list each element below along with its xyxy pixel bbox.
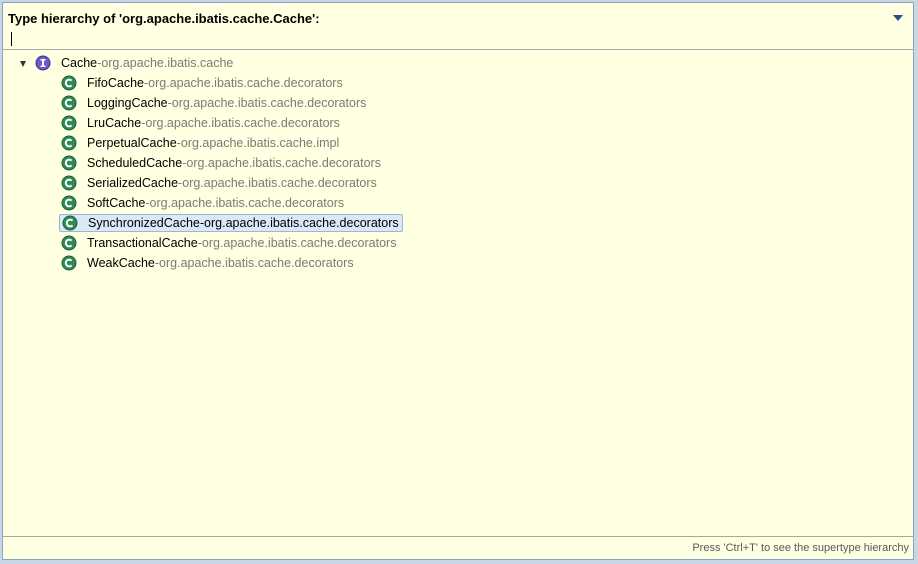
package-name: org.apache.ibatis.cache.decorators: [182, 176, 377, 190]
package-name: org.apache.ibatis.cache.impl: [180, 136, 340, 150]
tree-root-item[interactable]: Cache - org.apache.ibatis.cache: [33, 54, 236, 72]
type-name: LoggingCache: [87, 96, 168, 110]
class-icon: [61, 175, 77, 191]
tree-item[interactable]: ScheduledCache - org.apache.ibatis.cache…: [59, 154, 384, 172]
class-icon: [62, 215, 78, 231]
class-icon: [61, 255, 77, 271]
tree-item[interactable]: FifoCache - org.apache.ibatis.cache.deco…: [59, 74, 346, 92]
popup-footer: Press 'Ctrl+T' to see the supertype hier…: [3, 536, 913, 559]
view-menu-icon[interactable]: [893, 15, 903, 21]
popup-title: Type hierarchy of 'org.apache.ibatis.cac…: [8, 11, 320, 26]
tree-item[interactable]: SerializedCache - org.apache.ibatis.cach…: [59, 174, 380, 192]
status-hint: Press 'Ctrl+T' to see the supertype hier…: [692, 542, 909, 554]
tree-item[interactable]: WeakCache - org.apache.ibatis.cache.deco…: [59, 254, 357, 272]
interface-icon: [35, 55, 51, 71]
type-name: FifoCache: [87, 76, 144, 90]
package-name: org.apache.ibatis.cache.decorators: [148, 76, 343, 90]
type-name: ScheduledCache: [87, 156, 183, 170]
type-name: WeakCache: [87, 256, 155, 270]
hierarchy-tree: Cache - org.apache.ibatis.cache FifoCach…: [3, 52, 913, 535]
type-name: SynchronizedCache: [88, 216, 200, 230]
tree-item[interactable]: LoggingCache - org.apache.ibatis.cache.d…: [59, 94, 369, 112]
class-icon: [61, 135, 77, 151]
tree-item[interactable]: SynchronizedCache - org.apache.ibatis.ca…: [59, 214, 403, 232]
type-name: SerializedCache: [87, 176, 179, 190]
type-hierarchy-popup: Type hierarchy of 'org.apache.ibatis.cac…: [2, 2, 914, 560]
tree-item[interactable]: TransactionalCache - org.apache.ibatis.c…: [59, 234, 399, 252]
expand-collapse-icon[interactable]: [20, 61, 26, 67]
type-name: LruCache: [87, 116, 142, 130]
package-name: org.apache.ibatis.cache.decorators: [145, 116, 340, 130]
package-name: org.apache.ibatis.cache.decorators: [201, 236, 397, 250]
package-name: org.apache.ibatis.cache.decorators: [186, 156, 381, 170]
popup-header: Type hierarchy of 'org.apache.ibatis.cac…: [3, 3, 913, 50]
class-icon: [61, 155, 77, 171]
tree-item[interactable]: LruCache - org.apache.ibatis.cache.decor…: [59, 114, 343, 132]
type-name: SoftCache: [87, 196, 146, 210]
package-name: org.apache.ibatis.cache.decorators: [204, 216, 399, 230]
class-icon: [61, 195, 77, 211]
package-name: org.apache.ibatis.cache.decorators: [159, 256, 354, 270]
filter-input[interactable]: [6, 30, 894, 46]
type-name: Cache: [61, 56, 98, 70]
class-icon: [61, 75, 77, 91]
class-icon: [61, 115, 77, 131]
package-name: org.apache.ibatis.cache.decorators: [171, 96, 367, 110]
tree-item[interactable]: PerpetualCache - org.apache.ibatis.cache…: [59, 134, 342, 152]
type-name: PerpetualCache: [87, 136, 177, 150]
class-icon: [61, 235, 77, 251]
type-name: TransactionalCache: [87, 236, 198, 250]
tree-item[interactable]: SoftCache - org.apache.ibatis.cache.deco…: [59, 194, 347, 212]
text-caret: [11, 32, 12, 46]
package-name: org.apache.ibatis.cache: [101, 56, 234, 70]
class-icon: [61, 95, 77, 111]
package-name: org.apache.ibatis.cache.decorators: [149, 196, 345, 210]
